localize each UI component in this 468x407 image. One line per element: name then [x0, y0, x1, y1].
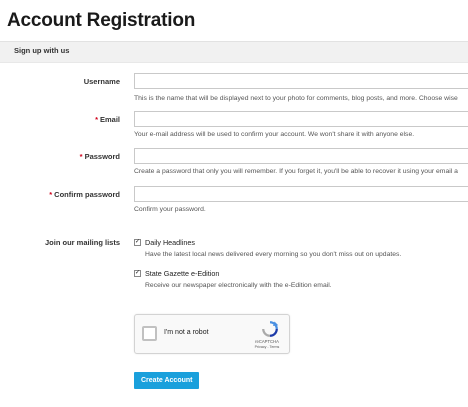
password-help: Create a password that only you will rem… — [134, 168, 458, 175]
password-label: * Password — [80, 152, 120, 161]
e-edition-checkbox[interactable]: ✓ — [134, 270, 141, 277]
daily-headlines-title: Daily Headlines — [145, 238, 195, 247]
required-marker: * — [79, 152, 83, 161]
required-marker: * — [95, 115, 98, 124]
confirm-password-input[interactable] — [134, 186, 468, 202]
check-icon: ✓ — [135, 239, 141, 245]
check-icon: ✓ — [135, 270, 141, 276]
recaptcha-checkbox[interactable] — [142, 326, 157, 341]
confirm-password-help: Confirm your password. — [134, 206, 206, 213]
recaptcha-widget: I'm not a robot reCAPTCHA Privacy - Term… — [134, 314, 290, 354]
required-marker: * — [49, 190, 53, 199]
username-label: Username — [84, 77, 120, 86]
create-account-button[interactable]: Create Account — [134, 372, 200, 389]
recaptcha-links[interactable]: Privacy - Terms — [249, 345, 285, 349]
email-label: * Email — [95, 115, 120, 124]
recaptcha-label: I'm not a robot — [164, 329, 209, 336]
confirm-password-label-text: Confirm password — [54, 190, 120, 199]
username-label-text: Username — [83, 77, 120, 86]
email-label-text: Email — [99, 115, 120, 124]
username-input[interactable] — [134, 73, 468, 89]
daily-headlines-checkbox[interactable]: ✓ — [134, 239, 141, 246]
daily-headlines-help: Have the latest local news delivered eve… — [145, 251, 402, 258]
page-title: Account Registration — [7, 10, 196, 31]
recaptcha-logo-icon — [262, 321, 279, 337]
section-heading: Sign up with us — [14, 46, 70, 55]
password-input[interactable] — [134, 148, 468, 164]
section-header: Sign up with us — [0, 41, 468, 63]
e-edition-title: State Gazette e-Edition — [145, 269, 220, 278]
email-input[interactable] — [134, 111, 468, 127]
mailing-lists-label: Join our mailing lists — [44, 238, 120, 247]
recaptcha-brand: reCAPTCHA — [255, 339, 279, 344]
password-label-text: Password — [84, 152, 120, 161]
e-edition-help: Receive our newspaper electronically wit… — [145, 282, 332, 289]
confirm-password-label: * Confirm password — [49, 190, 120, 199]
email-help: Your e-mail address will be used to conf… — [134, 131, 415, 138]
username-help: This is the name that will be displayed … — [134, 95, 458, 102]
